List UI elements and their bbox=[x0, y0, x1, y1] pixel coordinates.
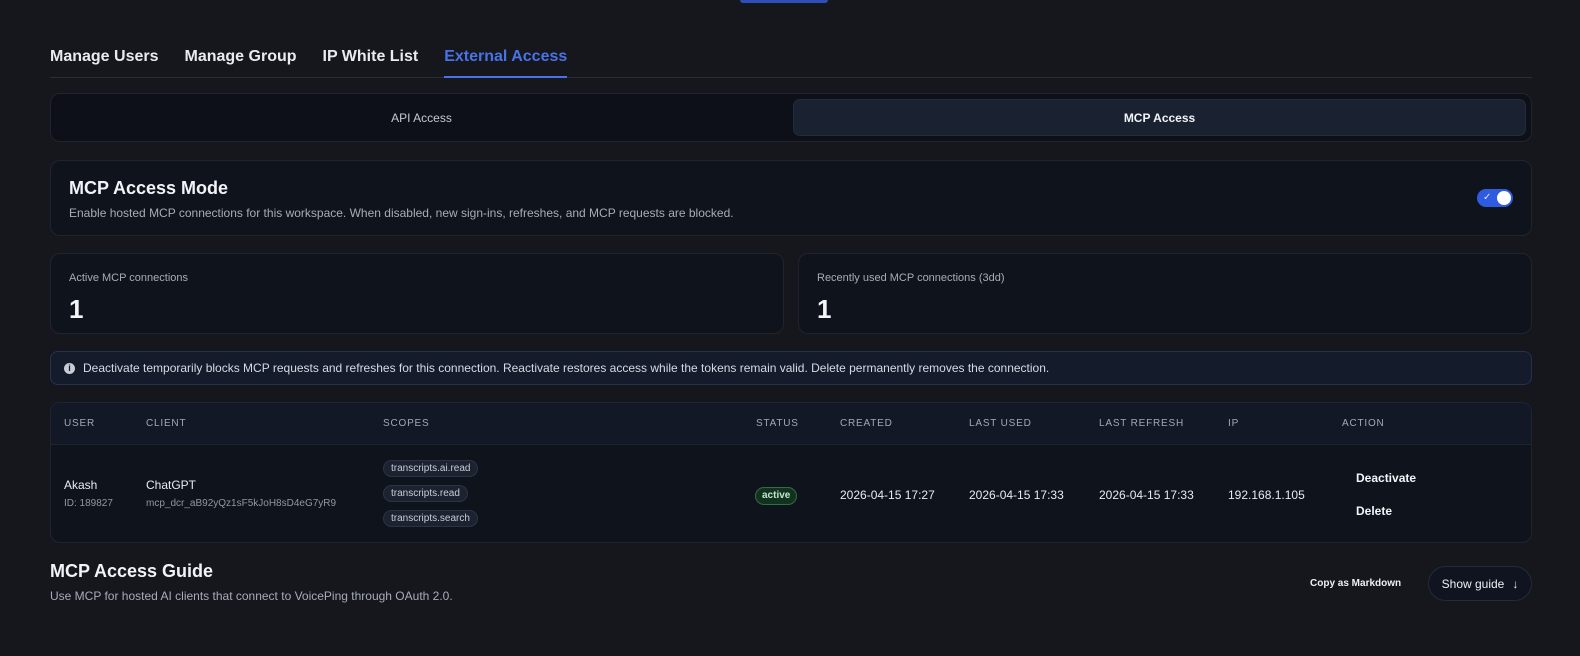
stat-value: 1 bbox=[817, 294, 832, 324]
last-used-time: 2026-04-15 17:33 bbox=[969, 488, 1064, 502]
tab-external-access[interactable]: External Access bbox=[444, 40, 568, 78]
header-created: CREATED bbox=[840, 418, 893, 429]
info-text: Deactivate temporarily blocks MCP reques… bbox=[83, 361, 1050, 375]
copy-as-markdown-button[interactable]: Copy as Markdown bbox=[1310, 578, 1401, 589]
client-name: ChatGPT bbox=[146, 478, 197, 492]
info-icon: i bbox=[64, 362, 75, 374]
header-action: ACTION bbox=[1342, 418, 1385, 429]
stat-label: Recently used MCP connections (3dd) bbox=[817, 272, 1005, 284]
guide-description: Use MCP for hosted AI clients that conne… bbox=[50, 589, 453, 603]
toggle-knob bbox=[1497, 191, 1511, 205]
stat-label: Active MCP connections bbox=[69, 272, 189, 284]
main-tabs: Manage Users Manage Group IP White List … bbox=[50, 40, 1532, 78]
header-last-used: LAST USED bbox=[969, 418, 1032, 429]
show-guide-button[interactable]: Show guide ↓ bbox=[1428, 566, 1532, 601]
mode-title: MCP Access Mode bbox=[69, 178, 229, 198]
check-icon: ✓ bbox=[1483, 192, 1492, 203]
recent-connections-card: Recently used MCP connections (3dd) 1 bbox=[798, 253, 1532, 334]
active-connections-card: Active MCP connections 1 bbox=[50, 253, 784, 334]
mcp-access-mode-card: MCP Access Mode Enable hosted MCP connec… bbox=[50, 160, 1532, 236]
header-last-refresh: LAST REFRESH bbox=[1099, 418, 1184, 429]
segment-api-access[interactable]: API Access bbox=[56, 99, 787, 136]
header-status: STATUS bbox=[756, 418, 799, 429]
tab-ip-white-list[interactable]: IP White List bbox=[323, 40, 419, 78]
status-badge: active bbox=[755, 487, 798, 505]
client-id: mcp_dcr_aB92yQz1sF5kJoH8sD4eG7yR9 bbox=[146, 498, 337, 509]
header-ip: IP bbox=[1228, 418, 1240, 429]
ip-address: 192.168.1.105 bbox=[1228, 488, 1305, 502]
header-client: CLIENT bbox=[146, 418, 187, 429]
stat-value: 1 bbox=[69, 294, 84, 324]
mcp-access-toggle[interactable]: ✓ bbox=[1477, 189, 1513, 207]
user-id: ID: 189827 bbox=[64, 498, 113, 509]
scope-chip: transcripts.read bbox=[383, 485, 468, 502]
top-accent-bar bbox=[740, 0, 828, 3]
tab-manage-group[interactable]: Manage Group bbox=[185, 40, 297, 78]
info-banner: i Deactivate temporarily blocks MCP requ… bbox=[50, 351, 1532, 385]
last-refresh-time: 2026-04-15 17:33 bbox=[1099, 488, 1194, 502]
scope-chip: transcripts.ai.read bbox=[383, 460, 479, 477]
segment-mcp-access[interactable]: MCP Access bbox=[793, 99, 1526, 136]
access-segmented-control: API Access MCP Access bbox=[50, 93, 1532, 142]
connections-table: USER CLIENT SCOPES STATUS CREATED LAST U… bbox=[50, 402, 1532, 543]
delete-button[interactable]: Delete bbox=[1356, 504, 1392, 518]
arrow-down-icon: ↓ bbox=[1512, 576, 1519, 591]
header-scopes: SCOPES bbox=[383, 418, 430, 429]
deactivate-button[interactable]: Deactivate bbox=[1356, 471, 1416, 485]
user-name: Akash bbox=[64, 478, 98, 492]
created-time: 2026-04-15 17:27 bbox=[840, 488, 935, 502]
mode-description: Enable hosted MCP connections for this w… bbox=[69, 206, 734, 220]
guide-title: MCP Access Guide bbox=[50, 561, 214, 581]
tab-manage-users[interactable]: Manage Users bbox=[50, 40, 159, 78]
header-user: USER bbox=[64, 418, 95, 429]
show-guide-label: Show guide bbox=[1441, 576, 1505, 591]
table-header: USER CLIENT SCOPES STATUS CREATED LAST U… bbox=[51, 403, 1531, 445]
table-row: Akash ID: 189827 ChatGPT mcp_dcr_aB92yQz… bbox=[51, 445, 1531, 542]
scope-chip: transcripts.search bbox=[383, 510, 478, 527]
